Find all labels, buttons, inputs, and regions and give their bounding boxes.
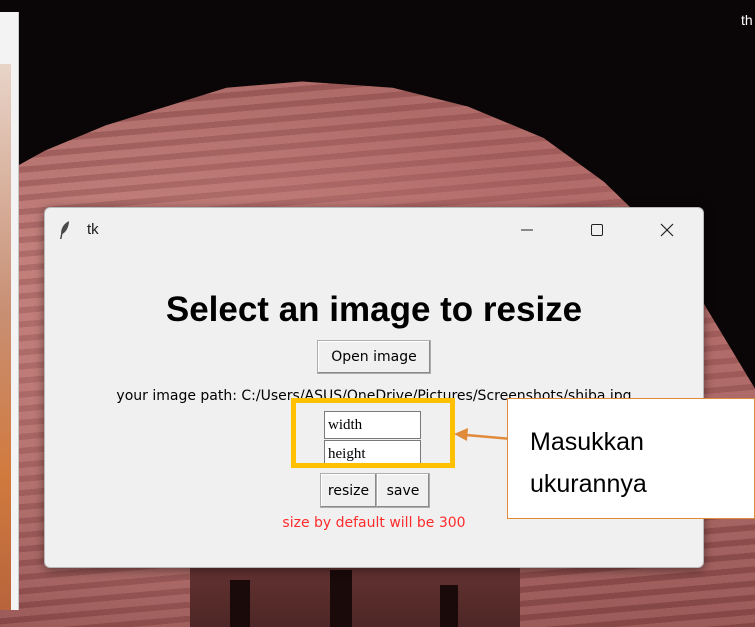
arrow-icon [454, 428, 513, 441]
window-title: tk [87, 221, 99, 238]
resize-button[interactable]: resize [320, 473, 377, 508]
background-window[interactable] [0, 12, 19, 610]
minimize-icon [521, 229, 533, 231]
callout-box: Masukkan ukurannya [507, 398, 755, 519]
highlight-box [291, 398, 455, 468]
corner-text: th [741, 12, 753, 28]
open-image-button[interactable]: Open image [317, 340, 431, 374]
close-icon [660, 223, 674, 237]
callout-line-2: ukurannya [530, 470, 647, 498]
background-window-content [0, 64, 11, 610]
minimize-button[interactable] [495, 208, 559, 252]
title-bar[interactable]: tk [45, 208, 703, 252]
close-button[interactable] [635, 208, 699, 252]
page-title: Select an image to resize [165, 290, 583, 329]
feather-icon [60, 221, 69, 239]
callout-line-1: Masukkan [530, 428, 644, 456]
maximize-button[interactable] [565, 208, 629, 252]
maximize-icon [591, 224, 603, 236]
save-button[interactable]: save [376, 473, 430, 508]
